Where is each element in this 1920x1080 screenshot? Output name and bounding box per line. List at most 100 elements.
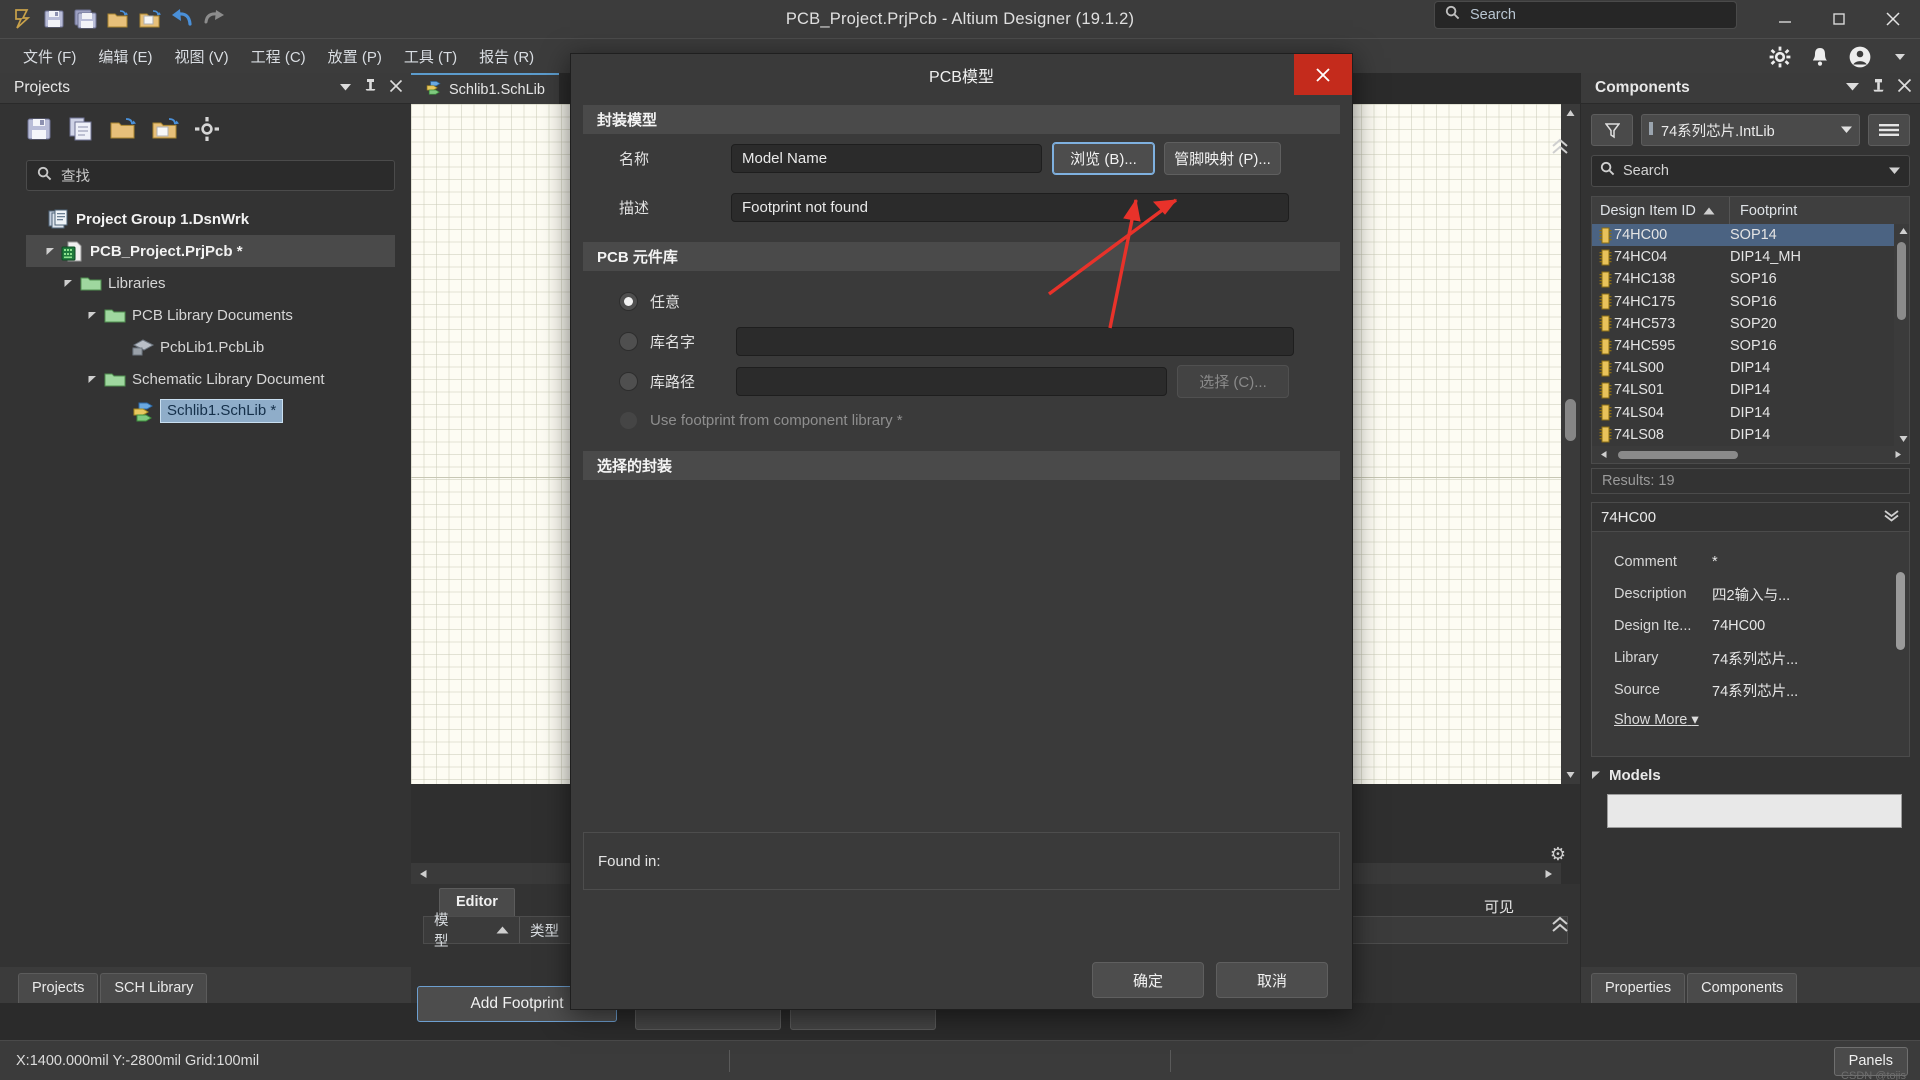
collapse-arrow-icon[interactable] xyxy=(40,247,60,256)
components-search-input[interactable]: Search xyxy=(1591,155,1910,187)
altium-logo-icon[interactable] xyxy=(8,6,35,33)
double-chevron-down-icon[interactable] xyxy=(1883,508,1900,527)
column-design-item-id[interactable]: Design Item ID xyxy=(1592,197,1730,224)
tree-item-libraries[interactable]: Libraries xyxy=(26,267,395,299)
scroll-right-icon[interactable] xyxy=(1539,864,1558,883)
minimize-icon[interactable] xyxy=(1758,0,1812,38)
menu-project[interactable]: 工程 (C) xyxy=(240,42,317,71)
scroll-left-icon[interactable] xyxy=(1594,445,1613,464)
tab-properties[interactable]: Properties xyxy=(1591,973,1686,1003)
gear-icon[interactable] xyxy=(1768,45,1792,69)
library-path-input[interactable] xyxy=(736,366,1167,396)
close-icon[interactable] xyxy=(1866,0,1920,38)
gear-icon[interactable] xyxy=(192,114,222,144)
collapse-arrow-icon[interactable] xyxy=(58,279,78,288)
description-input[interactable]: Footprint not found xyxy=(731,192,1289,222)
detail-scrollbar[interactable] xyxy=(1893,536,1907,751)
cancel-button[interactable]: 取消 xyxy=(1216,962,1328,998)
document-tab-schlib1[interactable]: Schlib1.SchLib xyxy=(411,73,559,104)
chevron-down-icon[interactable] xyxy=(1845,79,1860,97)
tab-components[interactable]: Components xyxy=(1687,973,1798,1003)
scrollbar-thumb[interactable] xyxy=(1896,572,1905,650)
save-icon[interactable] xyxy=(24,114,54,144)
expand-chevrons-icon[interactable] xyxy=(1550,914,1570,942)
tree-item-pcblib1[interactable]: PcbLib1.PcbLib xyxy=(26,331,395,363)
radio-library-path[interactable] xyxy=(619,371,638,391)
add-folder-icon[interactable] xyxy=(150,114,180,144)
close-icon[interactable] xyxy=(1897,78,1912,98)
tree-item-pcb-library-documents[interactable]: PCB Library Documents xyxy=(26,299,395,331)
save-icon[interactable] xyxy=(40,6,67,33)
model-preview-thumbnail[interactable] xyxy=(1607,794,1902,828)
radio-any[interactable] xyxy=(619,291,638,311)
grid-column-model[interactable]: 模型 xyxy=(424,913,520,950)
chevron-down-icon[interactable] xyxy=(1888,45,1912,69)
copy-icon[interactable] xyxy=(66,114,96,144)
library-option-libpath-row[interactable]: 库路径 选择 (C)... xyxy=(583,361,1340,401)
tab-sch-library[interactable]: SCH Library xyxy=(100,973,208,1003)
table-row[interactable]: 74LS04 DIP14 xyxy=(1592,402,1909,424)
table-row[interactable]: 74HC595 SOP16 xyxy=(1592,335,1909,357)
chevron-down-icon[interactable] xyxy=(339,79,352,97)
scrollbar-thumb[interactable] xyxy=(1565,399,1576,441)
library-select[interactable]: 74系列芯片.IntLib xyxy=(1641,114,1860,146)
global-search-input[interactable]: Search xyxy=(1434,1,1737,29)
menu-place[interactable]: 放置 (P) xyxy=(317,42,393,71)
scroll-up-icon[interactable] xyxy=(1561,104,1580,123)
chevron-down-icon[interactable] xyxy=(1888,162,1901,180)
scroll-down-icon[interactable] xyxy=(1561,765,1580,784)
projects-search-input[interactable]: 查找 xyxy=(26,160,395,191)
table-row[interactable]: 74LS01 DIP14 xyxy=(1592,379,1909,401)
table-row[interactable]: 74HC00 SOP14 xyxy=(1592,224,1909,247)
scroll-down-icon[interactable] xyxy=(1894,432,1909,446)
collapse-arrow-icon[interactable] xyxy=(1591,767,1601,784)
components-table-scrollbar[interactable] xyxy=(1894,224,1909,446)
pin-map-button[interactable]: 管脚映射 (P)... xyxy=(1164,141,1281,175)
open-project-icon[interactable] xyxy=(104,6,131,33)
open-folder-icon[interactable] xyxy=(108,114,138,144)
tree-item-schematic-library-document[interactable]: Schematic Library Document xyxy=(26,363,395,395)
components-table-body[interactable]: 74HC00 SOP14 74HC04 DIP14_MH 74HC138 SOP16 74H… xyxy=(1592,224,1909,446)
collapse-chevron-icon[interactable]: ⚙ xyxy=(1550,844,1566,865)
ok-button[interactable]: 确定 xyxy=(1092,962,1204,998)
chevron-down-icon[interactable] xyxy=(1840,122,1853,138)
hamburger-icon[interactable] xyxy=(1868,114,1910,146)
collapse-chevrons-icon[interactable] xyxy=(1550,136,1570,164)
table-row[interactable]: 74HC04 DIP14_MH xyxy=(1592,246,1909,268)
tree-item-schlib1[interactable]: Schlib1.SchLib * xyxy=(26,395,395,427)
collapse-arrow-icon[interactable] xyxy=(82,311,102,320)
table-row[interactable]: 74HC175 SOP16 xyxy=(1592,291,1909,313)
scroll-right-icon[interactable] xyxy=(1888,445,1907,464)
close-icon[interactable] xyxy=(1294,54,1352,95)
account-icon[interactable] xyxy=(1848,45,1872,69)
library-option-any-row[interactable]: 任意 xyxy=(583,281,1340,321)
library-option-libname-row[interactable]: 库名字 xyxy=(583,321,1340,361)
model-name-input[interactable]: Model Name xyxy=(731,143,1042,173)
models-section-header[interactable]: Models xyxy=(1591,767,1910,784)
scrollbar-thumb[interactable] xyxy=(1897,242,1906,320)
menu-edit[interactable]: 编辑 (E) xyxy=(87,42,163,71)
undo-icon[interactable] xyxy=(168,6,195,33)
menu-tools[interactable]: 工具 (T) xyxy=(393,42,468,71)
scrollbar-thumb[interactable] xyxy=(1618,450,1738,459)
close-icon[interactable] xyxy=(389,79,403,98)
menu-view[interactable]: 视图 (V) xyxy=(164,42,240,71)
collapse-arrow-icon[interactable] xyxy=(82,375,102,384)
menu-reports[interactable]: 报告 (R) xyxy=(468,42,545,71)
pin-icon[interactable] xyxy=(364,78,377,98)
canvas-vertical-scrollbar[interactable] xyxy=(1561,104,1580,784)
tab-projects[interactable]: Projects xyxy=(18,973,99,1003)
bell-icon[interactable] xyxy=(1808,45,1832,69)
open-document-icon[interactable] xyxy=(136,6,163,33)
browse-button[interactable]: 浏览 (B)... xyxy=(1052,141,1155,175)
pin-icon[interactable] xyxy=(1872,78,1885,99)
table-row[interactable]: 74LS00 DIP14 xyxy=(1592,357,1909,379)
table-row[interactable]: 74LS08 DIP14 xyxy=(1592,424,1909,446)
table-row[interactable]: 74HC138 SOP16 xyxy=(1592,268,1909,290)
library-name-input[interactable] xyxy=(736,326,1294,356)
menu-file[interactable]: 文件 (F) xyxy=(12,42,87,71)
radio-library-name[interactable] xyxy=(619,331,638,351)
tree-item-pcb-project[interactable]: PCB_Project.PrjPcb * xyxy=(26,235,395,267)
scroll-up-icon[interactable] xyxy=(1894,224,1909,238)
selected-footprint-preview[interactable] xyxy=(583,480,1340,832)
